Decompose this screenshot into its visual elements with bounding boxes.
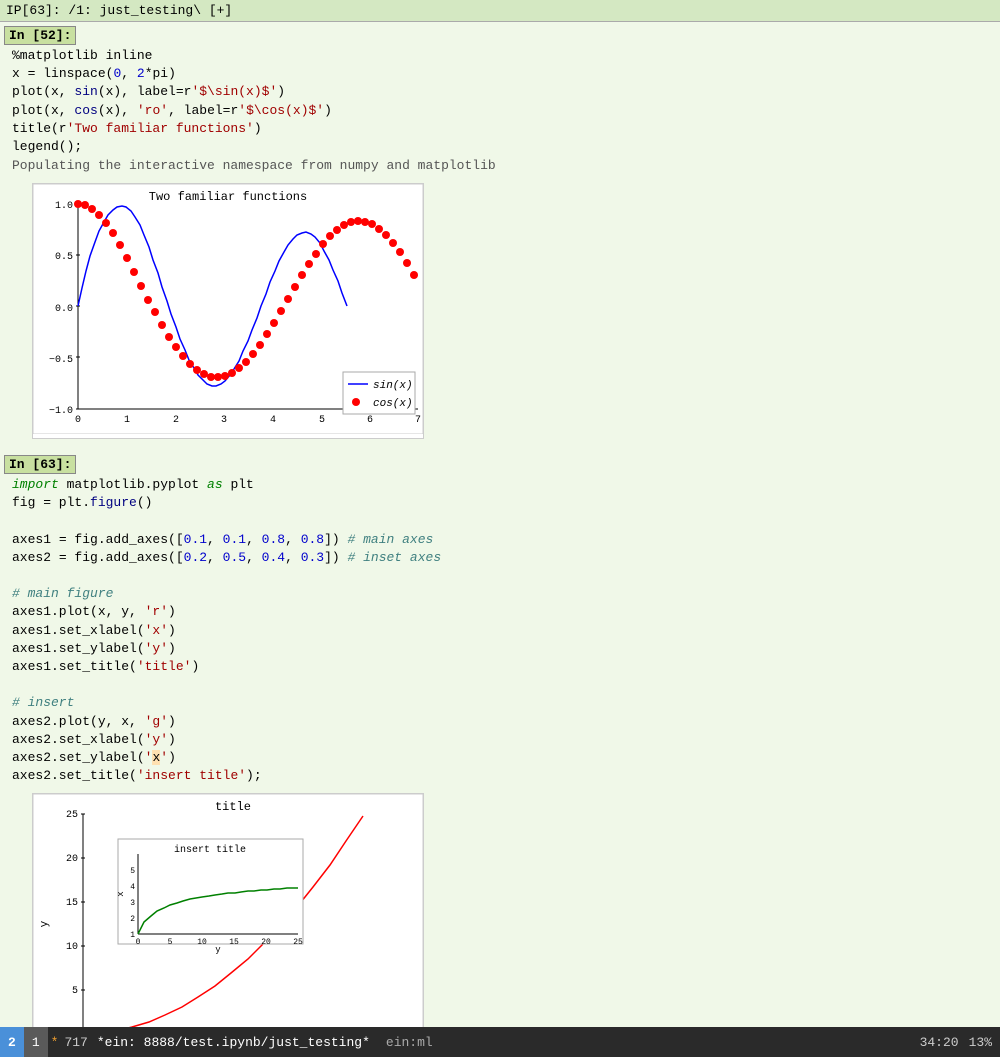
status-kernel: ein:ml <box>376 1035 443 1050</box>
svg-text:0: 0 <box>136 938 141 947</box>
svg-text:5: 5 <box>168 938 173 947</box>
svg-text:3: 3 <box>130 899 135 908</box>
status-position: 34:20 <box>920 1035 959 1050</box>
status-filename: *ein: 8888/test.ipynb/just_testing* <box>91 1035 376 1050</box>
status-mode: 2 <box>0 1027 24 1057</box>
svg-text:6: 6 <box>367 415 373 426</box>
svg-text:1.0: 1.0 <box>55 201 73 212</box>
cell-63: In [63]: import matplotlib.pyplot as plt… <box>0 451 1000 1027</box>
chart1-container: Two familiar functions 1.0 0.5 0.0 <box>32 183 424 439</box>
svg-text:10: 10 <box>197 938 207 947</box>
code-line: import matplotlib.pyplot as plt <box>12 476 992 494</box>
code-line: axes2.set_title('insert title'); <box>12 767 992 785</box>
code-line: axes2 = fig.add_axes([0.2, 0.5, 0.4, 0.3… <box>12 549 992 567</box>
code-line: axes1.plot(x, y, 'r') <box>12 603 992 621</box>
chart2-inset-ylabel: x <box>116 892 126 897</box>
title-text: IP[63]: /1: just_testing\ [+] <box>6 3 232 18</box>
chart2-ylabel: y <box>39 921 51 928</box>
chart2-inset-title: insert title <box>174 844 246 856</box>
title-bar: IP[63]: /1: just_testing\ [+] <box>0 0 1000 22</box>
code-line: axes1.set_ylabel('y') <box>12 640 992 658</box>
cell-52: In [52]: %matplotlib inline x = linspace… <box>0 22 1000 451</box>
svg-text:2: 2 <box>173 415 179 426</box>
code-line <box>12 567 992 585</box>
cos-dot <box>74 200 82 208</box>
code-line: # insert <box>12 694 992 712</box>
svg-text:5: 5 <box>72 986 78 997</box>
status-modified: * <box>48 1035 62 1050</box>
svg-text:0.0: 0.0 <box>55 304 73 315</box>
svg-text:20: 20 <box>261 938 271 947</box>
svg-text:−0.5: −0.5 <box>49 355 73 366</box>
chart2-inset-xlabel: y <box>215 945 221 955</box>
status-cell-num: 1 <box>24 1027 48 1057</box>
code-line: title(r'Two familiar functions') <box>12 120 992 138</box>
chart1-svg: Two familiar functions 1.0 0.5 0.0 <box>33 184 423 434</box>
svg-text:0.5: 0.5 <box>55 252 73 263</box>
code-line: legend(); <box>12 138 992 156</box>
svg-text:15: 15 <box>66 898 78 909</box>
code-line: fig = plt.figure() <box>12 494 992 512</box>
chart1-title: Two familiar functions <box>149 190 307 204</box>
code-line <box>12 676 992 694</box>
svg-text:15: 15 <box>229 938 239 947</box>
code-line: axes2.plot(y, x, 'g') <box>12 713 992 731</box>
svg-text:5: 5 <box>130 867 135 876</box>
code-line: plot(x, cos(x), 'ro', label=r'$\cos(x)$'… <box>12 102 992 120</box>
chart2-svg: title 0 5 10 15 20 25 <box>33 794 423 1027</box>
chart2-container: title 0 5 10 15 20 25 <box>32 793 424 1027</box>
svg-text:2: 2 <box>130 915 135 924</box>
svg-text:10: 10 <box>66 942 78 953</box>
svg-text:7: 7 <box>415 415 421 426</box>
svg-text:4: 4 <box>130 883 135 892</box>
svg-text:25: 25 <box>293 938 303 947</box>
svg-text:3: 3 <box>221 415 227 426</box>
code-line: plot(x, sin(x), label=r'$\sin(x)$') <box>12 83 992 101</box>
output-text-52: Populating the interactive namespace fro… <box>4 156 992 175</box>
cell-label-52[interactable]: In [52]: <box>4 26 76 45</box>
cell-label-63[interactable]: In [63]: <box>4 455 76 474</box>
code-line <box>12 513 992 531</box>
status-line-count: 717 <box>61 1035 90 1050</box>
chart2-title: title <box>215 800 251 814</box>
cell-code-52: %matplotlib inline x = linspace(0, 2*pi)… <box>4 47 992 156</box>
code-line: axes1.set_xlabel('x') <box>12 622 992 640</box>
cell-code-63: import matplotlib.pyplot as plt fig = pl… <box>4 476 992 785</box>
svg-text:1: 1 <box>130 931 135 940</box>
status-bar: 2 1 * 717 *ein: 8888/test.ipynb/just_tes… <box>0 1027 1000 1057</box>
svg-text:cos(x): cos(x) <box>373 398 413 410</box>
code-line: x = linspace(0, 2*pi) <box>12 65 992 83</box>
status-scroll-pct: 13% <box>969 1035 992 1050</box>
code-line: %matplotlib inline <box>12 47 992 65</box>
svg-text:20: 20 <box>66 854 78 865</box>
status-right: 34:20 13% <box>920 1035 1000 1050</box>
svg-text:−1.0: −1.0 <box>49 406 73 417</box>
code-line: axes2.set_xlabel('y') <box>12 731 992 749</box>
svg-text:25: 25 <box>66 810 78 821</box>
svg-text:4: 4 <box>270 415 276 426</box>
code-line: axes1 = fig.add_axes([0.1, 0.1, 0.8, 0.8… <box>12 531 992 549</box>
notebook[interactable]: In [52]: %matplotlib inline x = linspace… <box>0 22 1000 1027</box>
svg-text:1: 1 <box>124 415 130 426</box>
code-line: axes2.set_ylabel('x') <box>12 749 992 767</box>
svg-text:0: 0 <box>75 415 81 426</box>
code-line: # main figure <box>12 585 992 603</box>
code-line: axes1.set_title('title') <box>12 658 992 676</box>
svg-text:5: 5 <box>319 415 325 426</box>
svg-text:sin(x): sin(x) <box>373 380 413 392</box>
